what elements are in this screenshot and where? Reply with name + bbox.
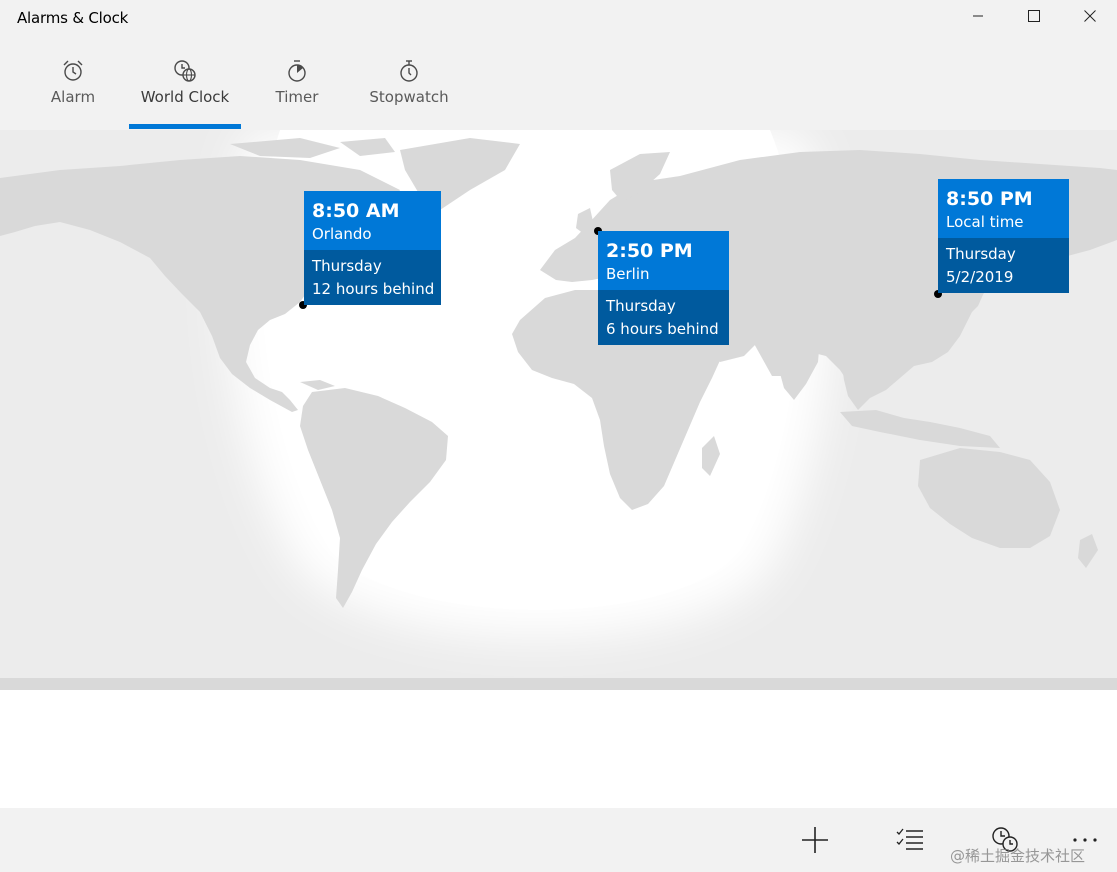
city-day: Thursday <box>312 257 382 275</box>
more-icon <box>1073 838 1097 842</box>
stopwatch-icon <box>400 60 418 82</box>
minimize-button[interactable] <box>950 0 1006 32</box>
city-card-header: 2:50 PM Berlin <box>598 231 729 290</box>
timer-icon <box>288 60 306 82</box>
city-card-details: Thursday 5/2/2019 <box>938 238 1069 293</box>
alarm-clock-icon <box>63 60 83 81</box>
city-card-orlando[interactable]: 8:50 AM Orlando Thursday 12 hours behind <box>304 191 441 305</box>
tab-world-clock-label: World Clock <box>140 88 230 106</box>
city-time: 8:50 PM <box>946 188 1033 210</box>
active-tab-indicator <box>129 124 241 129</box>
tab-bar: Alarm World Clock Timer Stopwatch <box>0 40 1117 130</box>
close-button[interactable] <box>1062 0 1117 32</box>
city-offset: 12 hours behind <box>312 280 435 298</box>
tab-stopwatch[interactable]: Stopwatch <box>362 58 456 130</box>
app-title: Alarms & Clock <box>17 9 129 27</box>
add-city-button[interactable] <box>793 820 837 860</box>
minimize-icon <box>973 15 983 17</box>
tab-alarm-label: Alarm <box>50 88 96 106</box>
city-card-local-time[interactable]: 8:50 PM Local time Thursday 5/2/2019 <box>938 179 1069 293</box>
city-card-details: Thursday 6 hours behind <box>598 290 729 345</box>
city-name: Berlin <box>606 265 650 283</box>
select-button[interactable] <box>888 820 932 860</box>
city-card-header: 8:50 PM Local time <box>938 179 1069 238</box>
city-offset: 6 hours behind <box>606 320 719 338</box>
select-list-icon <box>896 828 923 850</box>
city-card-header: 8:50 AM Orlando <box>304 191 441 250</box>
watermark-text: @稀土掘金技术社区 <box>950 847 1086 865</box>
tab-stopwatch-label: Stopwatch <box>369 88 449 106</box>
city-date: 5/2/2019 <box>946 268 1014 286</box>
add-icon <box>802 827 828 853</box>
city-time: 8:50 AM <box>312 200 400 222</box>
city-day: Thursday <box>606 297 676 315</box>
maximize-button[interactable] <box>1006 0 1062 32</box>
close-icon <box>1084 10 1096 22</box>
city-card-berlin[interactable]: 2:50 PM Berlin Thursday 6 hours behind <box>598 231 729 345</box>
title-bar: Alarms & Clock <box>0 0 1117 40</box>
city-name: Local time <box>946 213 1024 231</box>
city-name: Orlando <box>312 225 372 243</box>
tab-timer[interactable]: Timer <box>266 58 328 130</box>
maximize-icon <box>1028 10 1040 22</box>
tab-timer-label: Timer <box>275 88 319 106</box>
city-day: Thursday <box>946 245 1016 263</box>
tab-alarm[interactable]: Alarm <box>40 58 106 130</box>
city-card-details: Thursday 12 hours behind <box>304 250 441 305</box>
city-time: 2:50 PM <box>606 240 693 262</box>
tab-world-clock[interactable]: World Clock <box>129 58 241 130</box>
world-clock-icon <box>174 60 196 82</box>
